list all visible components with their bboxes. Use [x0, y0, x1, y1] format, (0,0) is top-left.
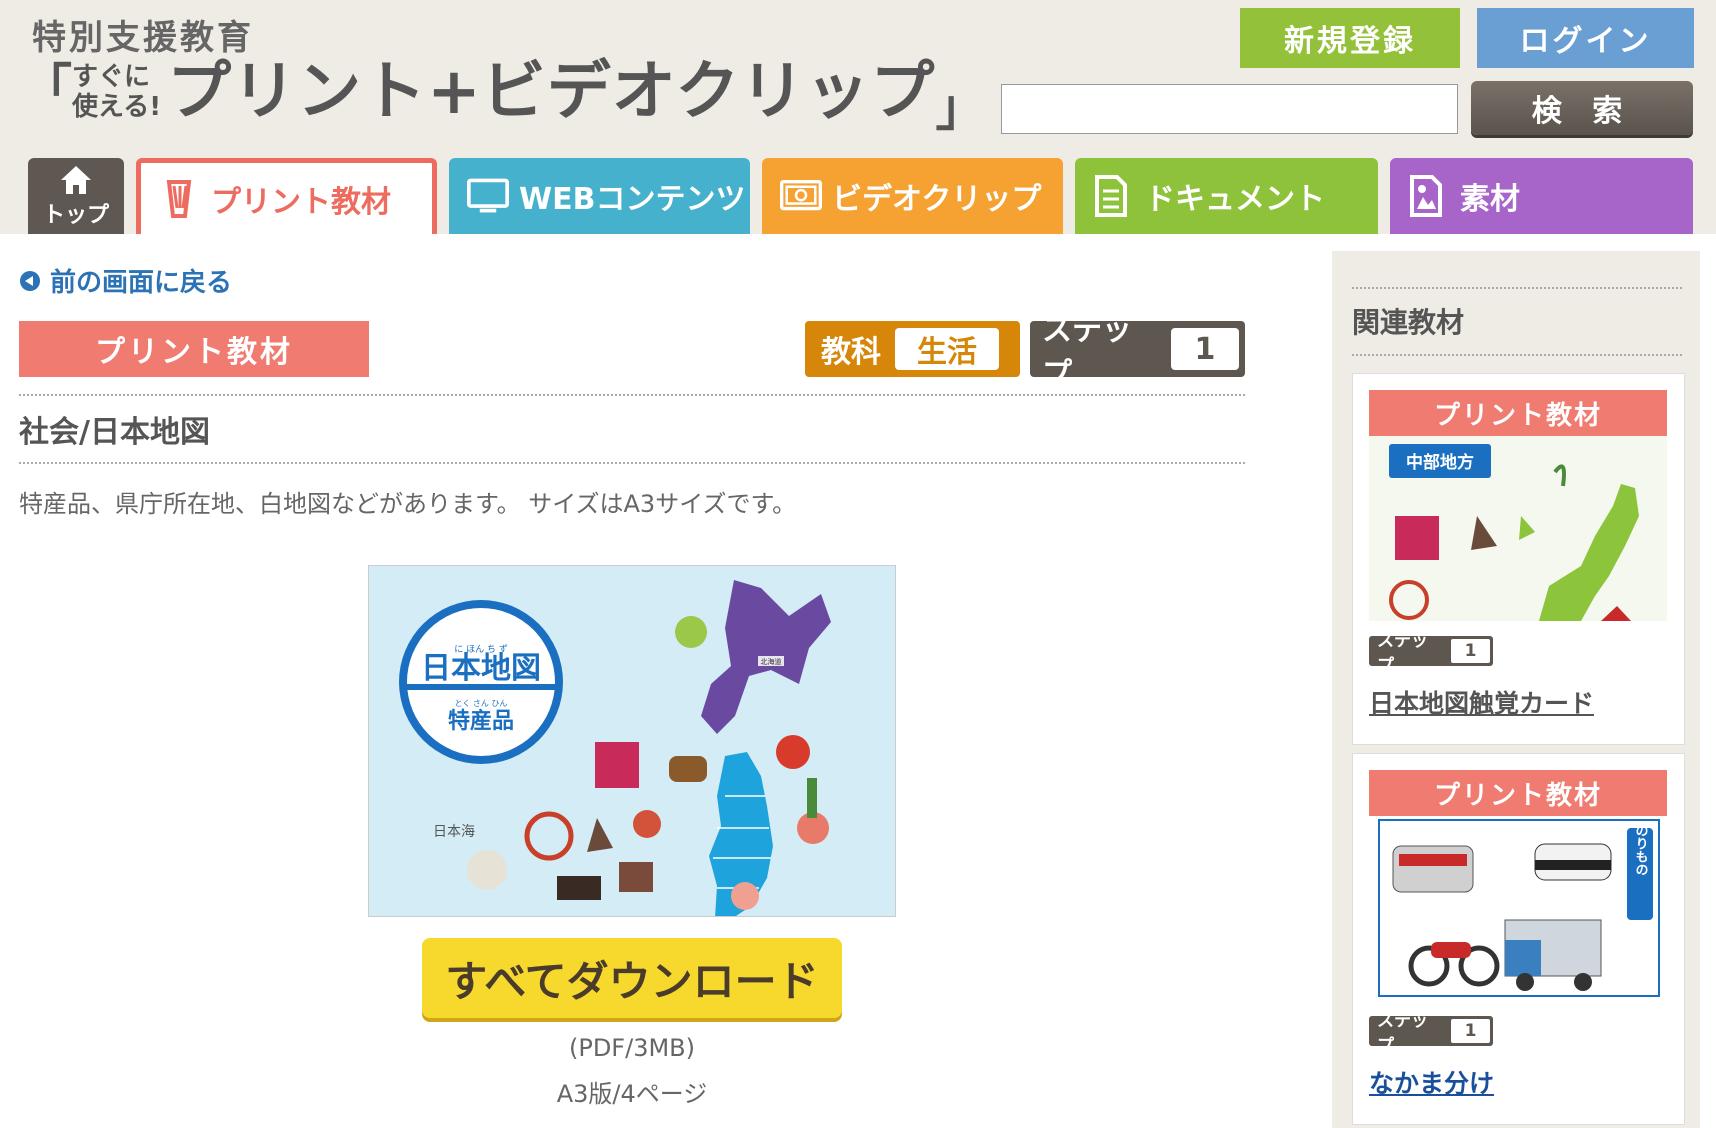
card-category-label: プリント教材	[1369, 770, 1667, 816]
search-input[interactable]	[1001, 84, 1458, 134]
related-sidebar: 関連教材 プリント教材 中部地方 ステップ 1 日本地図触覚カード プリント教材…	[1332, 251, 1700, 1128]
title-small: すぐに 使える!	[72, 62, 161, 122]
nav-item-print[interactable]: プリント教材	[136, 158, 437, 234]
card-link[interactable]: 日本地図触覚カード	[1369, 684, 1594, 720]
card-thumb-label: 中部地方	[1406, 452, 1474, 473]
sidebar-title: 関連教材	[1352, 306, 1465, 339]
step-badge-value: 1	[1170, 328, 1239, 370]
nav-web-label: WEBコンテンツ	[519, 182, 746, 217]
card-thumbnail[interactable]: 中部地方	[1369, 436, 1667, 621]
nav-video-label: ビデオクリップ	[832, 182, 1042, 217]
site-subtitle: 特別支援教育	[32, 18, 254, 58]
nav-item-material[interactable]: 素材	[1390, 158, 1693, 234]
hokkaido-map-label: 北海道	[761, 657, 782, 666]
related-card[interactable]: プリント教材 中部地方 ステップ 1 日本地図触覚カード	[1352, 373, 1685, 745]
download-all-button[interactable]: すべてダウンロード	[422, 938, 842, 1018]
site-header: 特別支援教育 「 すぐに 使える! プリント+ビデオクリップ 」 新規登録 ログ…	[0, 0, 1716, 234]
file-pages: A3版/4ページ	[556, 1080, 708, 1108]
title-bracket-open: 「	[22, 59, 72, 117]
preview-subtitle-furigana: とく さん ひん	[455, 699, 508, 708]
document-icon	[1093, 175, 1135, 217]
nav-item-web[interactable]: WEBコンテンツ	[449, 158, 750, 234]
image-icon	[1408, 175, 1450, 217]
main-nav: トップ プリント教材 WEBコンテンツ ビデオクリップ ドキュメント 素材	[0, 158, 1716, 234]
card-step-badge: ステップ 1	[1369, 1011, 1493, 1056]
nav-material-label: 素材	[1460, 182, 1520, 217]
preview-title: 日本地図	[421, 651, 541, 686]
card-thumb-label: のりもの	[1633, 824, 1648, 876]
category-label: プリント教材	[19, 321, 369, 377]
site-logo-title[interactable]: 「 すぐに 使える! プリント+ビデオクリップ 」	[22, 58, 985, 158]
step-badge-label: ステップ	[1042, 313, 1132, 392]
circle-arrow-left-icon	[20, 270, 40, 291]
card-step-label: ステップ	[1377, 1011, 1428, 1056]
card-step-value: 1	[1451, 1019, 1490, 1043]
file-format: (PDF/3MB)	[568, 1034, 695, 1062]
divider	[1352, 287, 1682, 289]
description: 特産品、県庁所在地、白地図などがあります。 サイズはA3サイズです。	[19, 490, 797, 518]
preview-image[interactable]: 北海道 に ほん ち ず 日本地図 とく さん ひん 特産品 日本海	[368, 565, 896, 917]
nav-document-label: ドキュメント	[1145, 182, 1325, 217]
sea-label: 日本海	[433, 824, 475, 840]
card-category-label: プリント教材	[1369, 390, 1667, 436]
title-small-line1: すぐに	[72, 62, 151, 92]
monitor-icon	[467, 175, 509, 217]
subject-badge: 教科 生活	[805, 321, 1020, 377]
search-button[interactable]: 検 索	[1471, 81, 1693, 135]
pencil-icon	[159, 178, 201, 220]
register-button[interactable]: 新規登録	[1240, 8, 1460, 68]
subject-badge-value: 生活	[895, 328, 999, 370]
house-icon	[59, 163, 93, 197]
video-icon	[780, 175, 822, 217]
title-small-line2: 使える!	[72, 92, 162, 122]
title-main: プリント+ビデオクリップ	[167, 55, 936, 129]
card-step-badge: ステップ 1	[1369, 631, 1493, 676]
back-link-label: 前の画面に戻る	[50, 268, 233, 298]
page-title: 社会/日本地図	[19, 415, 210, 450]
card-step-value: 1	[1451, 639, 1490, 663]
nav-item-home[interactable]: トップ	[28, 158, 124, 234]
card-thumbnail[interactable]: のりもの	[1369, 816, 1667, 1001]
divider	[1352, 354, 1682, 356]
card-step-label: ステップ	[1377, 631, 1428, 676]
back-link[interactable]: 前の画面に戻る	[20, 262, 232, 299]
step-badge: ステップ 1	[1030, 313, 1245, 392]
preview-subtitle: 特産品	[448, 708, 514, 734]
divider	[19, 462, 1245, 464]
divider	[19, 394, 1245, 396]
card-link[interactable]: なかま分け	[1369, 1064, 1494, 1100]
nav-home-label: トップ	[42, 203, 109, 228]
title-bracket-close: 」	[935, 79, 986, 137]
nav-item-video[interactable]: ビデオクリップ	[762, 158, 1063, 234]
subject-badge-label: 教科	[821, 335, 881, 370]
login-button[interactable]: ログイン	[1477, 8, 1694, 68]
nav-item-document[interactable]: ドキュメント	[1075, 158, 1378, 234]
related-card[interactable]: プリント教材 のりもの ステップ 1 なかま分け	[1352, 753, 1685, 1125]
nav-print-label: プリント教材	[211, 184, 391, 220]
